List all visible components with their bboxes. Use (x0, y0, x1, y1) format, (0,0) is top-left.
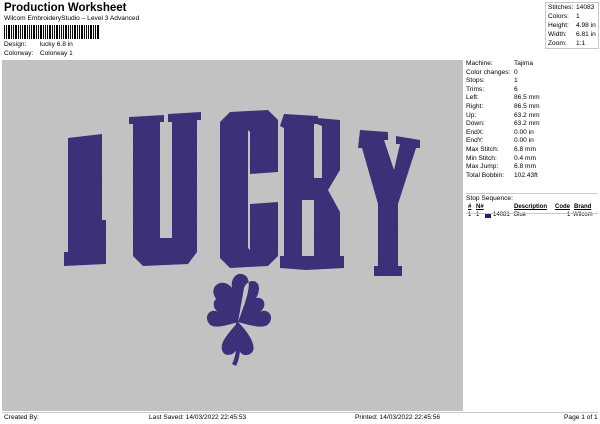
param-row: Stops: 1 (466, 77, 518, 85)
shamrock (206, 273, 272, 366)
summary-box: Stitches: 14083 Colors: 1 Height: 4.98 in W… (545, 2, 599, 49)
col-n: N# (476, 204, 484, 210)
col-code: Code (555, 204, 570, 210)
param-row: Machine: Tajima (466, 60, 534, 67)
colorway-value: Colorway 1 (39, 50, 73, 57)
last-saved: Last Saved: 14/03/2022 22:45:53 (149, 414, 247, 421)
letter-l (64, 134, 106, 266)
embroidery-design (64, 110, 420, 366)
letter-c (220, 110, 278, 268)
param-row: Up: 63.2 mm (466, 111, 540, 119)
param-row: Down: 63.2 mm (466, 120, 540, 128)
page-number: Page 1 of 1 (564, 414, 598, 421)
colorway-label: Colorway: (4, 50, 34, 57)
param-row: Max Stitch: 6.8 mm (466, 145, 536, 153)
machine-parameters: Machine: Tajima Color changes: 0 Stops: 1 T… (466, 60, 598, 180)
col-num: # (468, 204, 472, 210)
stop-sequence-title: Stop Sequence: (466, 193, 598, 202)
barcode (4, 25, 99, 39)
stop-sequence-header: # N# Description Code Brand (466, 203, 598, 211)
letter-u (129, 112, 201, 266)
param-row: Right: 86.5 mm (466, 102, 540, 110)
design-value: lucky 6.8 in (39, 41, 73, 48)
created-by: Created By: (4, 414, 39, 421)
stop-sequence-divider (466, 213, 598, 214)
param-row: Color changes: 0 (466, 68, 518, 76)
param-row: EndY: 0.00 in (466, 137, 534, 145)
design-preview (2, 60, 463, 411)
param-row: Left: 86.5 mm (466, 94, 540, 102)
page-title: Production Worksheet (4, 2, 127, 14)
shamrock-icon (206, 273, 272, 366)
col-description: Description (514, 204, 548, 210)
printed-date: Printed: 14/03/2022 22:45:56 (355, 414, 441, 421)
design-label: Design: (4, 41, 27, 48)
design-row: Design: lucky 6.8 in (4, 41, 73, 48)
stop-sequence-table: # N# Description Code Brand 1 1 14081 Bl… (466, 203, 598, 219)
col-brand: Brand (574, 204, 592, 210)
letter-k (280, 114, 344, 270)
param-row: Total Bobbin: 102.43ft (466, 171, 538, 179)
param-row: Max Jump: 6.8 mm (466, 163, 536, 171)
letter-y (358, 130, 420, 276)
param-row: Trims: 6 (466, 85, 518, 93)
footer: Created By: Last Saved: 14/03/2022 22:45… (2, 412, 598, 422)
lucky-lettering (64, 110, 420, 276)
colorway-row: Colorway: Colorway 1 (4, 50, 73, 57)
software-subtitle: Wilcom EmbroideryStudio – Level 3 Advanc… (4, 15, 140, 22)
param-row: EndX: 0.00 in (466, 128, 534, 136)
param-row: Min Stitch: 0.4 mm (466, 154, 536, 162)
